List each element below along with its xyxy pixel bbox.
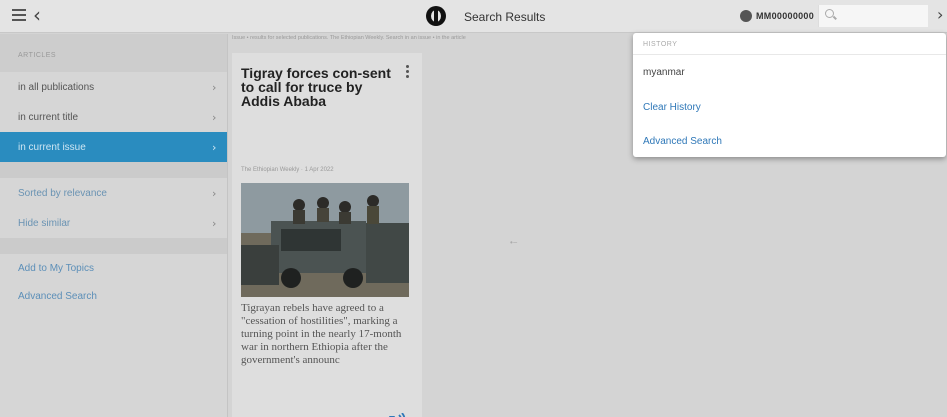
user-account[interactable]: MM00000000 <box>740 8 814 24</box>
scope-label: in current title <box>18 112 79 123</box>
publication-logo-icon <box>426 6 446 26</box>
chevron-right-icon: › <box>212 111 217 124</box>
article-meta: The Ethiopian Weekly · 1 Apr 2022 <box>241 167 334 173</box>
close-icon[interactable]: › <box>937 6 943 24</box>
history-item[interactable]: myanmar <box>643 67 685 78</box>
loading-indicator: •− <box>510 238 518 247</box>
article-photo[interactable] <box>241 183 409 297</box>
section-header: ARTICLES <box>0 34 227 72</box>
scope-label: in all publications <box>18 82 95 93</box>
article-card[interactable]: Tigray forces con-sent to call for truce… <box>232 53 422 417</box>
article-title[interactable]: Tigray forces con-sent to call for truce… <box>241 66 401 108</box>
advanced-search-link[interactable]: Advanced Search <box>643 136 722 147</box>
divider <box>0 162 227 178</box>
menu-icon[interactable] <box>12 9 26 21</box>
sort-label: Sorted by relevance <box>18 188 107 199</box>
search-box[interactable] <box>818 5 928 27</box>
chevron-right-icon: › <box>212 217 217 230</box>
scope-label: in current issue <box>18 142 86 153</box>
sort-relevance[interactable]: Sorted by relevance › <box>0 178 227 208</box>
clear-history-link[interactable]: Clear History <box>643 102 701 113</box>
page-title: Search Results <box>464 10 546 24</box>
advanced-search-link[interactable]: Advanced Search <box>0 282 227 310</box>
divider <box>0 238 227 254</box>
top-bar: ‹ Search Results MM00000000 › <box>0 0 947 33</box>
hide-similar[interactable]: Hide similar › <box>0 208 227 238</box>
sidebar: ARTICLES in all publications › in curren… <box>0 34 228 417</box>
search-icon <box>825 9 834 18</box>
listen-audio-icon[interactable] <box>388 412 408 417</box>
scope-current-issue[interactable]: in current issue › <box>0 132 227 162</box>
user-icon <box>740 10 752 22</box>
chevron-right-icon: › <box>212 81 217 94</box>
search-scope-notice: Issue • results for selected publication… <box>232 35 466 41</box>
hide-similar-label: Hide similar <box>18 218 71 229</box>
divider <box>633 54 946 55</box>
kebab-menu-icon[interactable] <box>406 65 409 80</box>
search-input[interactable] <box>839 7 925 25</box>
history-header: HISTORY <box>643 41 678 48</box>
scope-current-title[interactable]: in current title › <box>0 102 227 132</box>
chevron-right-icon: › <box>212 187 217 200</box>
user-id: MM00000000 <box>756 11 815 21</box>
scope-all-publications[interactable]: in all publications › <box>0 72 227 102</box>
article-excerpt: Tigrayan rebels have agreed to a "cessat… <box>241 302 402 366</box>
add-to-my-topics-link[interactable]: Add to My Topics <box>0 254 227 282</box>
chevron-right-icon: › <box>212 141 217 154</box>
search-history-dropdown: HISTORY myanmar Clear History Advanced S… <box>633 33 946 157</box>
back-arrow-icon[interactable]: ‹ <box>33 5 41 25</box>
